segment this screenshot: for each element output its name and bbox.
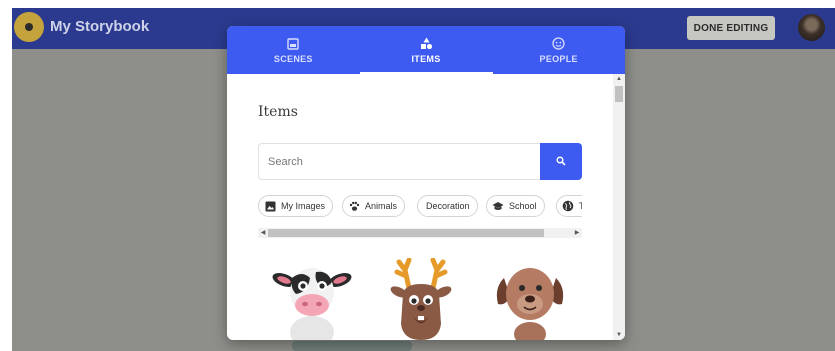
- search-button[interactable]: [540, 143, 582, 180]
- chip-label: Animals: [365, 201, 398, 211]
- scroll-up-arrow-icon[interactable]: ▲: [615, 75, 623, 83]
- items-modal: SCENES ITEMS PEOPLE Items Search My Imag…: [227, 26, 625, 340]
- face-icon: [552, 37, 566, 51]
- tab-label: ITEMS: [411, 53, 441, 64]
- cow-icon: [272, 268, 352, 340]
- chip-animals[interactable]: Animals: [342, 195, 406, 217]
- chip-more[interactable]: T: [556, 195, 582, 217]
- globe-icon: [562, 200, 574, 212]
- user-avatar[interactable]: [798, 14, 825, 41]
- tab-label: PEOPLE: [539, 53, 578, 64]
- backdrop-element: [292, 341, 412, 351]
- chips-horizontal-scrollbar[interactable]: ◀ ▶: [258, 228, 582, 238]
- chip-school[interactable]: School: [486, 195, 545, 217]
- item-cow[interactable]: [272, 258, 352, 340]
- modal-tabs: SCENES ITEMS PEOPLE: [227, 26, 625, 74]
- modal-vertical-scrollbar[interactable]: ▲ ▼: [613, 74, 625, 340]
- chip-label: My Images: [281, 201, 326, 211]
- chip-label: Decoration: [426, 201, 470, 211]
- done-editing-button[interactable]: DONE EDITING: [687, 16, 775, 40]
- section-title: Items: [258, 104, 298, 120]
- chip-label: School: [509, 201, 537, 211]
- image-icon: [286, 37, 300, 51]
- chip-label: T: [579, 201, 582, 211]
- item-dog[interactable]: [490, 258, 570, 340]
- scrollbar-thumb[interactable]: [268, 229, 544, 237]
- scrollbar-thumb[interactable]: [615, 86, 623, 102]
- tab-label: SCENES: [273, 53, 313, 64]
- search-icon: [556, 153, 566, 171]
- category-chips: My Images Animals Decoration School T: [258, 195, 582, 219]
- reindeer-icon: [390, 257, 452, 340]
- scroll-left-arrow-icon[interactable]: ◀: [259, 229, 267, 237]
- shapes-icon: [419, 37, 433, 51]
- storybook-logo[interactable]: [14, 12, 44, 42]
- app-title: My Storybook: [50, 18, 150, 35]
- dog-icon: [496, 268, 564, 340]
- tab-people[interactable]: PEOPLE: [492, 26, 625, 74]
- tab-items[interactable]: ITEMS: [359, 26, 493, 74]
- chip-decoration[interactable]: Decoration: [417, 195, 478, 217]
- graduation-cap-icon: [492, 200, 504, 212]
- scroll-down-arrow-icon[interactable]: ▼: [615, 331, 623, 339]
- search-input[interactable]: Search: [258, 143, 540, 180]
- item-reindeer[interactable]: [381, 257, 461, 340]
- chip-my-images[interactable]: My Images: [258, 195, 334, 217]
- tab-scenes[interactable]: SCENES: [227, 26, 360, 74]
- image-icon: [264, 200, 276, 212]
- scroll-right-arrow-icon[interactable]: ▶: [573, 229, 581, 237]
- paw-icon: [348, 200, 360, 212]
